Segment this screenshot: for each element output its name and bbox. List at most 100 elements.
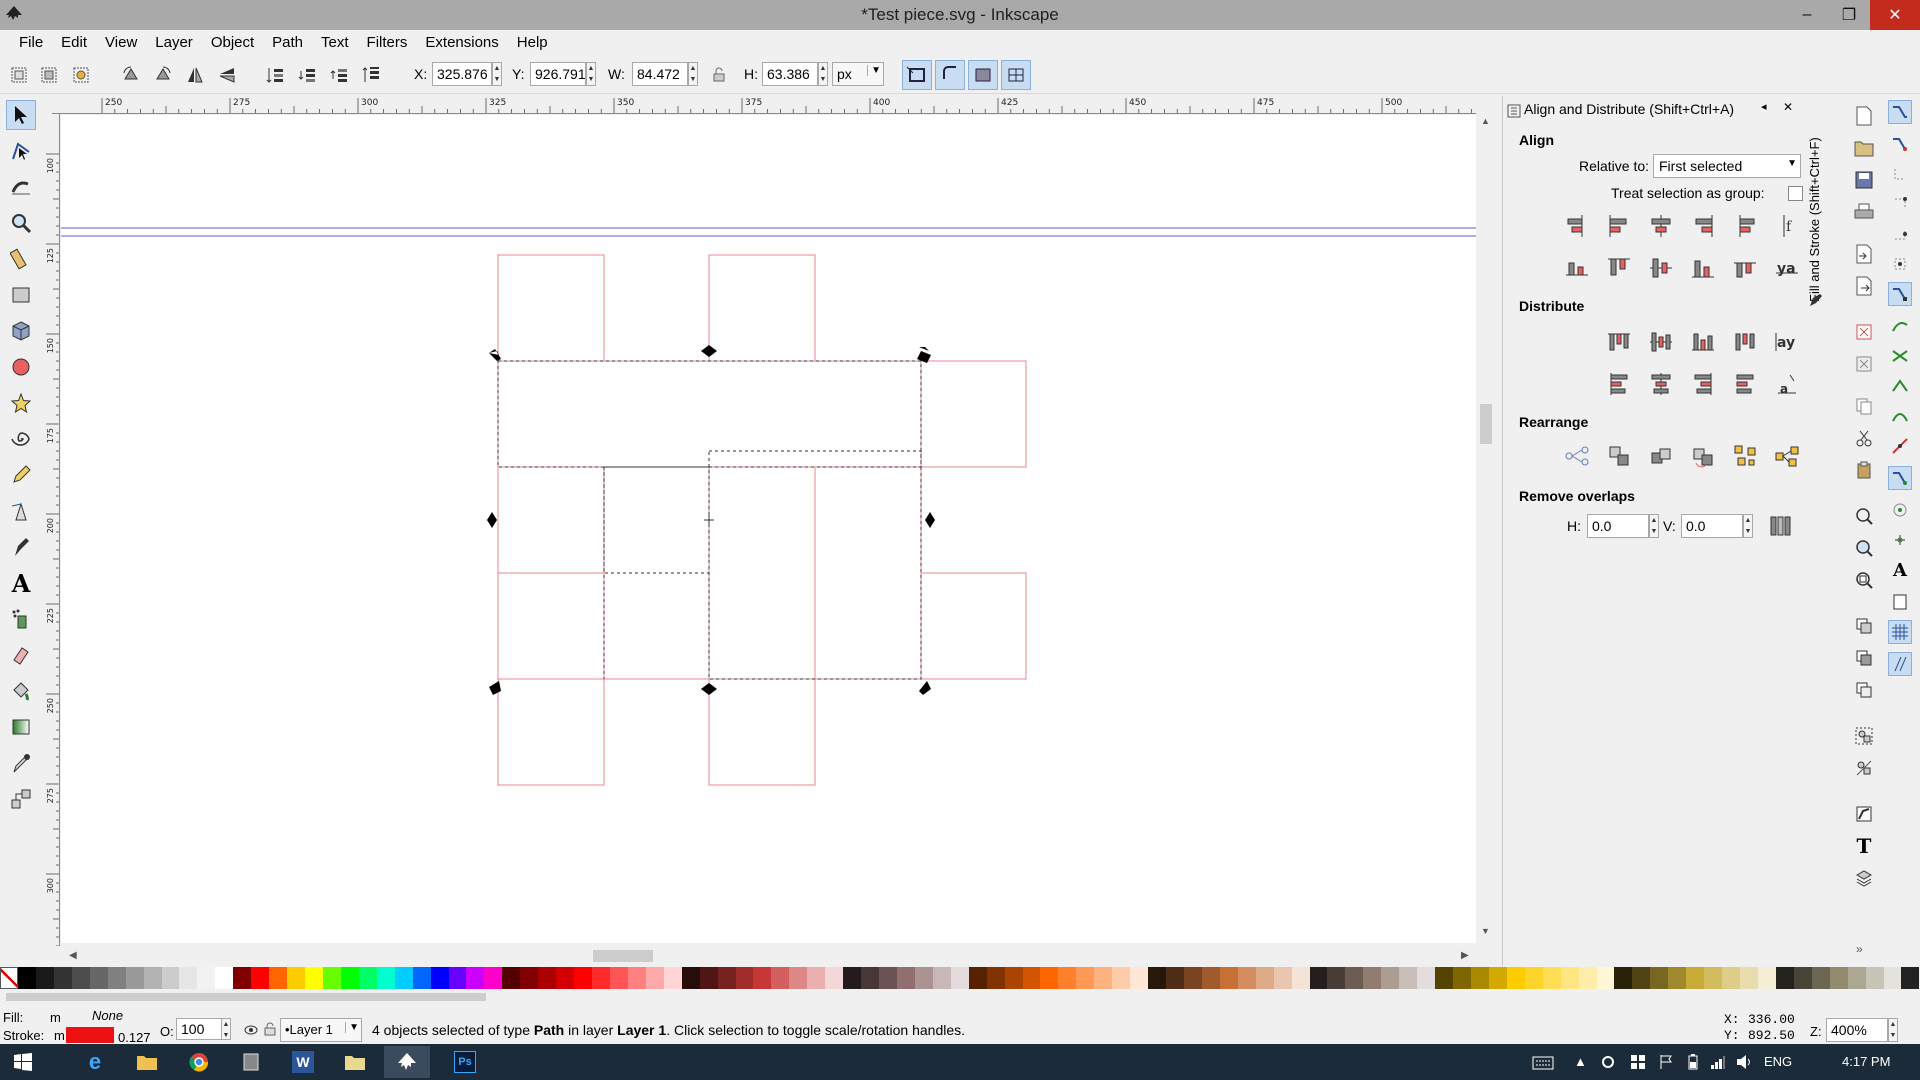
- w-field[interactable]: 84.472: [632, 62, 688, 86]
- color-swatch[interactable]: [143, 967, 162, 989]
- shape-rect[interactable]: [497, 466, 605, 574]
- color-swatch[interactable]: [1148, 967, 1166, 989]
- color-swatch[interactable]: [71, 967, 90, 989]
- layer-lock-icon[interactable]: [264, 1022, 276, 1036]
- stroke-width-value[interactable]: 0.127: [118, 1030, 151, 1045]
- palette-scroll-thumb[interactable]: [6, 993, 486, 1001]
- x-field[interactable]: 325.876: [432, 62, 492, 86]
- color-swatch[interactable]: [520, 967, 539, 989]
- spiral-tool-icon[interactable]: [6, 424, 36, 454]
- close-button[interactable]: ✕: [1870, 0, 1920, 30]
- color-swatch[interactable]: [251, 967, 270, 989]
- handle-bottom-left-icon[interactable]: [489, 681, 501, 695]
- export-icon[interactable]: [1852, 274, 1876, 298]
- color-swatch[interactable]: [1219, 967, 1238, 989]
- color-swatch[interactable]: [771, 967, 790, 989]
- color-swatch[interactable]: [1542, 967, 1561, 989]
- color-swatch[interactable]: [233, 967, 252, 989]
- select-all-layers-icon[interactable]: [36, 62, 62, 88]
- new-document-icon[interactable]: [1852, 104, 1876, 128]
- flip-vertical-icon[interactable]: [214, 62, 240, 88]
- minimize-button[interactable]: –: [1784, 0, 1830, 30]
- center-horizontal-axis-icon[interactable]: [1645, 252, 1677, 284]
- color-swatch[interactable]: [1775, 967, 1794, 989]
- align-top-to-bottom-icon[interactable]: [1729, 252, 1761, 284]
- color-swatch[interactable]: [1183, 967, 1202, 989]
- center-vertical-axis-icon[interactable]: [1645, 210, 1677, 242]
- open-document-icon[interactable]: [1852, 136, 1876, 160]
- y-field[interactable]: 926.791: [530, 62, 586, 86]
- color-swatch[interactable]: [448, 967, 467, 989]
- raise-to-top-icon[interactable]: [358, 62, 384, 88]
- color-swatch[interactable]: [197, 967, 216, 989]
- color-swatch[interactable]: [502, 967, 521, 989]
- menu-view[interactable]: View: [96, 34, 146, 51]
- duplicate-icon[interactable]: [1852, 614, 1876, 638]
- snap-guides-icon[interactable]: [1888, 652, 1912, 676]
- color-swatch[interactable]: [1793, 967, 1812, 989]
- language-indicator[interactable]: ENG: [1764, 1054, 1792, 1069]
- text-font-dialog-icon[interactable]: T: [1852, 834, 1876, 858]
- color-swatch[interactable]: [358, 967, 377, 989]
- color-swatch[interactable]: [950, 967, 969, 989]
- exchange-positions-clockwise-icon[interactable]: [1687, 440, 1719, 472]
- menu-extensions[interactable]: Extensions: [416, 34, 507, 51]
- distribute-baselines-horizontal-icon[interactable]: ay: [1771, 326, 1803, 358]
- color-swatch[interactable]: [215, 967, 234, 989]
- zoom-tool-icon[interactable]: [6, 208, 36, 238]
- color-swatch[interactable]: [1632, 967, 1651, 989]
- relative-to-select[interactable]: First selected ▼: [1653, 154, 1801, 178]
- cut-icon[interactable]: [1852, 426, 1876, 450]
- overlap-v-field[interactable]: 0.0: [1681, 514, 1743, 538]
- color-swatch[interactable]: [663, 967, 682, 989]
- color-swatch[interactable]: [1309, 967, 1328, 989]
- color-swatch[interactable]: [968, 967, 987, 989]
- snap-bbox-midpoints-icon[interactable]: [1888, 222, 1912, 246]
- menu-file[interactable]: File: [10, 34, 52, 51]
- print-icon[interactable]: [1852, 200, 1876, 224]
- snap-intersections-icon[interactable]: [1888, 344, 1912, 368]
- eraser-tool-icon[interactable]: [6, 640, 36, 670]
- distribute-left-edges-icon[interactable]: [1603, 368, 1635, 400]
- shape-rect[interactable]: [708, 678, 816, 786]
- color-swatch[interactable]: [1740, 967, 1758, 989]
- align-baseline-icon[interactable]: ya: [1771, 252, 1803, 284]
- snap-grid-icon[interactable]: [1888, 620, 1912, 644]
- color-swatch[interactable]: [699, 967, 718, 989]
- internet-explorer-icon[interactable]: e: [72, 1046, 118, 1078]
- rotate-cw-icon[interactable]: [150, 62, 176, 88]
- color-swatch[interactable]: [1112, 967, 1131, 989]
- color-swatch[interactable]: [1829, 967, 1848, 989]
- overlap-v-spinner[interactable]: ▲ ▼: [1743, 514, 1753, 538]
- fill-stroke-dialog-icon[interactable]: [1852, 802, 1876, 826]
- unlink-clone-icon[interactable]: [1852, 678, 1876, 702]
- volume-icon[interactable]: [1736, 1054, 1754, 1070]
- snap-smooth-nodes-icon[interactable]: [1888, 404, 1912, 428]
- shape-rect[interactable]: [708, 254, 816, 362]
- windows-tray-icon[interactable]: [1630, 1054, 1646, 1070]
- gradient-tool-icon[interactable]: [6, 712, 36, 742]
- menu-layer[interactable]: Layer: [146, 34, 202, 51]
- handle-right-icon[interactable]: [925, 512, 935, 528]
- zoom-page-icon[interactable]: [1852, 568, 1876, 592]
- color-swatch[interactable]: [1237, 967, 1256, 989]
- node-tool-icon[interactable]: [6, 136, 36, 166]
- layer-visibility-icon[interactable]: [244, 1024, 258, 1036]
- vertical-scroll-thumb[interactable]: [1480, 404, 1492, 444]
- menu-object[interactable]: Object: [202, 34, 263, 51]
- color-swatch[interactable]: [35, 967, 54, 989]
- color-swatch[interactable]: [1201, 967, 1220, 989]
- shape-rect[interactable]: [814, 466, 922, 680]
- color-swatch[interactable]: [1022, 967, 1041, 989]
- snap-nodes-icon[interactable]: [1888, 282, 1912, 306]
- color-swatch[interactable]: [1901, 967, 1920, 989]
- scale-corners-toggle[interactable]: [935, 60, 965, 90]
- horizontal-scroll-thumb[interactable]: [593, 950, 653, 962]
- distribute-gaps-horizontal-icon[interactable]: [1729, 326, 1761, 358]
- color-swatch[interactable]: [1058, 967, 1077, 989]
- color-swatch[interactable]: [1040, 967, 1059, 989]
- color-swatch[interactable]: [412, 967, 431, 989]
- align-bottom-icon[interactable]: [1687, 252, 1719, 284]
- align-right-to-left-icon[interactable]: [1561, 210, 1593, 242]
- copy-icon[interactable]: [1852, 394, 1876, 418]
